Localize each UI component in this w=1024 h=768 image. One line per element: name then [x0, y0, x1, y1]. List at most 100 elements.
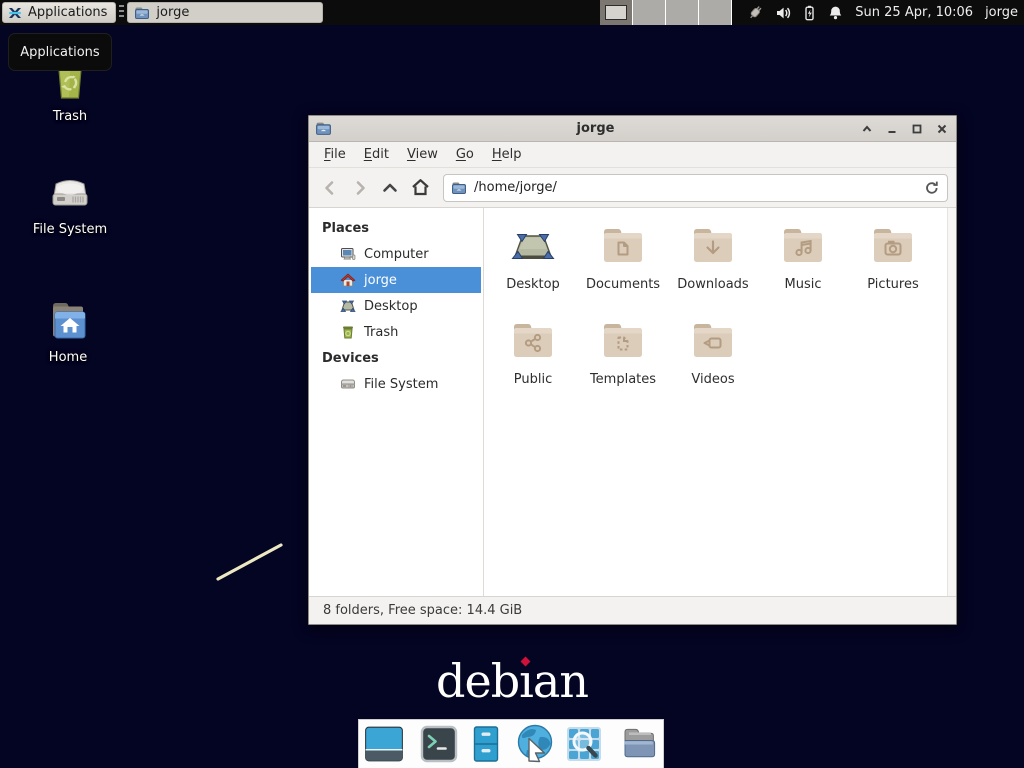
debian-logo-text: an	[533, 654, 588, 708]
desktop-icon	[340, 298, 356, 314]
folder-public-icon	[509, 317, 557, 365]
toolbar	[309, 168, 956, 208]
taskbar-window-button[interactable]: jorge	[127, 2, 323, 23]
file-item-music[interactable]: Music	[758, 222, 848, 317]
window-titlebar[interactable]: jorge	[309, 116, 956, 142]
file-item-templates[interactable]: Templates	[578, 317, 668, 412]
window-controls	[859, 121, 950, 137]
status-bar: 8 folders, Free space: 14.4 GiB	[309, 596, 956, 624]
folder-templates-icon	[599, 317, 647, 365]
home-button[interactable]	[407, 175, 433, 201]
applications-menu-button[interactable]: Applications	[2, 2, 116, 23]
sidebar-item-label: Trash	[364, 325, 398, 340]
notifications-bell-icon[interactable]	[828, 5, 843, 21]
web-browser-icon[interactable]	[513, 722, 557, 766]
workspace-2[interactable]	[633, 0, 666, 25]
folder-icon	[134, 5, 150, 21]
file-grid: Desktop Docume	[484, 208, 956, 412]
side-pane: Places Computer	[309, 208, 484, 596]
hard-drive-icon	[340, 376, 356, 392]
trash-icon	[340, 324, 356, 340]
show-desktop-icon[interactable]	[363, 723, 405, 765]
xfce-menu-icon	[7, 5, 23, 21]
menu-bar: File Edit View Go Help	[309, 142, 956, 168]
file-label: Templates	[590, 372, 656, 387]
workspace-1[interactable]	[600, 0, 633, 25]
folder-videos-icon	[689, 317, 737, 365]
taskbar-grip[interactable]	[119, 5, 124, 20]
menu-go[interactable]: Go	[447, 144, 483, 165]
minimize-button[interactable]	[884, 121, 900, 137]
terminal-icon[interactable]	[419, 724, 459, 764]
menu-edit[interactable]: Edit	[355, 144, 398, 165]
path-folder-icon	[451, 180, 467, 196]
debian-logo-text: deb	[436, 654, 519, 708]
vertical-scrollbar[interactable]	[947, 208, 956, 596]
sidebar-item-desktop[interactable]: Desktop	[311, 293, 481, 319]
maximize-button[interactable]	[909, 121, 925, 137]
sidebar-item-file-system[interactable]: File System	[311, 371, 481, 397]
app-finder-icon[interactable]	[564, 724, 604, 764]
back-button[interactable]	[317, 175, 343, 201]
places-header: Places	[309, 215, 483, 241]
file-label: Music	[785, 277, 822, 292]
dock	[358, 719, 664, 768]
path-bar[interactable]	[443, 174, 948, 202]
workspace-3[interactable]	[666, 0, 699, 25]
open-folder-icon[interactable]	[618, 723, 660, 765]
file-label: Public	[514, 372, 552, 387]
file-item-documents[interactable]: Documents	[578, 222, 668, 317]
panel-right-area: Sun 25 Apr, 10:06 jorge	[600, 0, 1024, 25]
desktop-icon-label: Trash	[53, 109, 87, 124]
file-label: Documents	[586, 277, 660, 292]
home-folder-icon	[44, 296, 92, 344]
file-item-videos[interactable]: Videos	[668, 317, 758, 412]
file-item-public[interactable]: Public	[488, 317, 578, 412]
debian-logo-dotted-i: ı	[519, 654, 533, 708]
folder-documents-icon	[599, 222, 647, 270]
desktop-icon	[509, 222, 557, 270]
window-title: jorge	[332, 121, 859, 136]
hard-drive-icon	[46, 168, 94, 216]
home-icon	[340, 272, 356, 288]
file-item-desktop[interactable]: Desktop	[488, 222, 578, 317]
power-plug-icon[interactable]	[746, 4, 764, 22]
file-label: Pictures	[867, 277, 918, 292]
workspace-window-preview	[605, 5, 627, 20]
file-cabinet-icon[interactable]	[466, 724, 506, 764]
file-item-downloads[interactable]: Downloads	[668, 222, 758, 317]
forward-button[interactable]	[347, 175, 373, 201]
wallpaper-streak	[212, 538, 288, 586]
debian-wallpaper-logo: debıan	[0, 656, 1024, 707]
sidebar-item-computer[interactable]: Computer	[311, 241, 481, 267]
desktop-icon-label: Home	[49, 350, 87, 365]
sidebar-item-trash[interactable]: Trash	[311, 319, 481, 345]
panel-clock[interactable]: Sun 25 Apr, 10:06	[855, 5, 973, 20]
path-input[interactable]	[474, 180, 917, 195]
desktop-icon-label: File System	[33, 222, 107, 237]
devices-header: Devices	[309, 345, 483, 371]
reload-icon[interactable]	[924, 180, 940, 196]
workspace-pager	[600, 0, 732, 25]
sidebar-item-jorge[interactable]: jorge	[311, 267, 481, 293]
close-button[interactable]	[934, 121, 950, 137]
volume-icon[interactable]	[775, 5, 791, 21]
tooltip-text: Applications	[20, 45, 99, 60]
system-tray	[746, 4, 843, 22]
applications-menu-label: Applications	[28, 5, 107, 20]
menu-view[interactable]: View	[398, 144, 447, 165]
folder-view: Desktop Docume	[484, 208, 956, 596]
top-panel: Applications jorge	[0, 0, 1024, 25]
file-label: Desktop	[506, 277, 560, 292]
panel-username[interactable]: jorge	[985, 5, 1018, 20]
desktop-icon-file-system[interactable]: File System	[15, 168, 125, 237]
folder-pictures-icon	[869, 222, 917, 270]
battery-icon[interactable]	[802, 5, 817, 21]
file-item-pictures[interactable]: Pictures	[848, 222, 938, 317]
up-button[interactable]	[377, 175, 403, 201]
menu-help[interactable]: Help	[483, 144, 531, 165]
shade-button[interactable]	[859, 121, 875, 137]
menu-file[interactable]: File	[315, 144, 355, 165]
desktop-icon-home[interactable]: Home	[13, 296, 123, 365]
workspace-4[interactable]	[699, 0, 732, 25]
